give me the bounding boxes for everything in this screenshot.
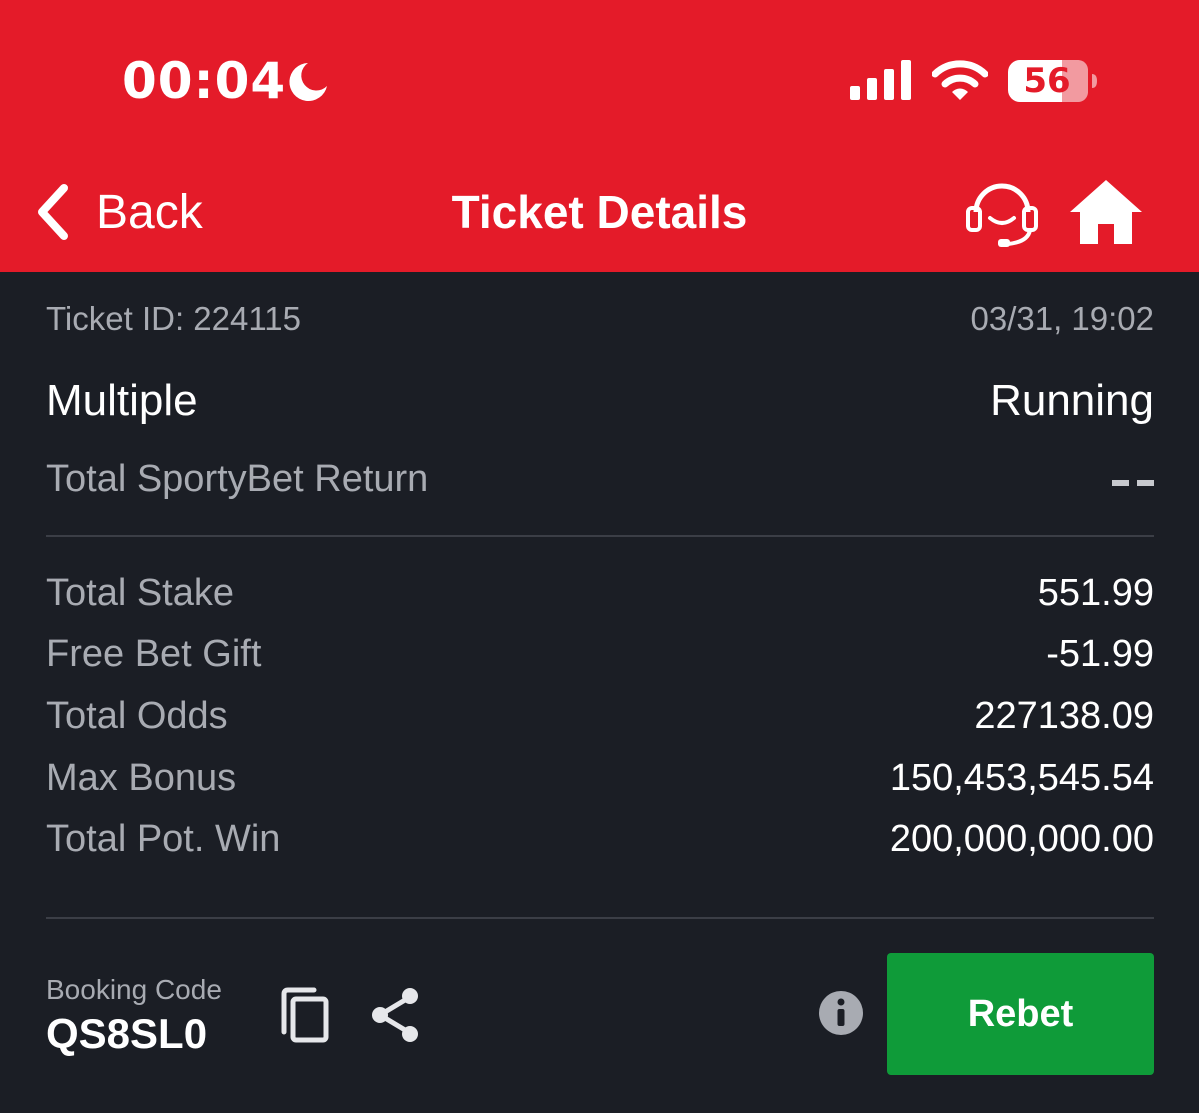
status-time: 00:04 xyxy=(122,52,287,110)
battery-level: 56 xyxy=(1023,61,1071,101)
moon-icon xyxy=(289,63,327,101)
share-icon[interactable] xyxy=(368,986,422,1044)
summary-row-total-pot-win: Total Pot. Win 200,000,000.00 xyxy=(46,818,1154,861)
ticket-type-row: Multiple Running xyxy=(46,376,1154,426)
support-headset-icon[interactable] xyxy=(962,178,1042,248)
return-value xyxy=(1112,474,1154,486)
summary-row-total-stake: Total Stake 551.99 xyxy=(46,572,1154,615)
divider xyxy=(46,535,1154,537)
ticket-id: Ticket ID: 224115 xyxy=(46,300,301,337)
summary-label: Total Odds xyxy=(46,695,228,737)
summary-value: -51.99 xyxy=(1046,633,1154,675)
summary-value: 150,453,545.54 xyxy=(889,757,1154,799)
wifi-icon xyxy=(932,60,988,100)
signal-icon xyxy=(850,60,911,100)
info-icon[interactable] xyxy=(818,990,864,1036)
summary-label: Max Bonus xyxy=(46,757,237,799)
summary-label: Free Bet Gift xyxy=(46,633,262,675)
copy-icon[interactable] xyxy=(276,986,332,1044)
ticket-details-panel: Ticket ID: 224115 03/31, 19:02 Multiple … xyxy=(0,272,1199,1113)
summary-label: Total Pot. Win xyxy=(46,818,281,860)
ticket-meta-row: Ticket ID: 224115 03/31, 19:02 xyxy=(46,300,1154,338)
return-label: Total SportyBet Return xyxy=(46,458,429,500)
booking-code[interactable]: QS8SL0 xyxy=(46,1010,207,1058)
rebet-button[interactable]: Rebet xyxy=(887,953,1154,1075)
summary-row-total-odds: Total Odds 227138.09 xyxy=(46,695,1154,738)
home-icon[interactable] xyxy=(1066,176,1146,248)
return-row: Total SportyBet Return xyxy=(46,458,1154,501)
summary-value: 227138.09 xyxy=(974,695,1154,737)
nav-bar: Back Ticket Details xyxy=(0,150,1199,272)
ticket-type: Multiple xyxy=(46,376,198,425)
ticket-datetime: 03/31, 19:02 xyxy=(970,300,1155,337)
booking-code-label: Booking Code xyxy=(46,974,222,1005)
summary-row-max-bonus: Max Bonus 150,453,545.54 xyxy=(46,757,1154,800)
summary-value: 200,000,000.00 xyxy=(889,818,1154,860)
status-bar: 00:04 56 xyxy=(0,0,1199,150)
ticket-status: Running xyxy=(990,376,1154,425)
summary-value: 551.99 xyxy=(1037,572,1154,614)
summary-row-free-bet-gift: Free Bet Gift -51.99 xyxy=(46,633,1154,676)
divider xyxy=(46,917,1154,919)
summary-label: Total Stake xyxy=(46,572,234,614)
